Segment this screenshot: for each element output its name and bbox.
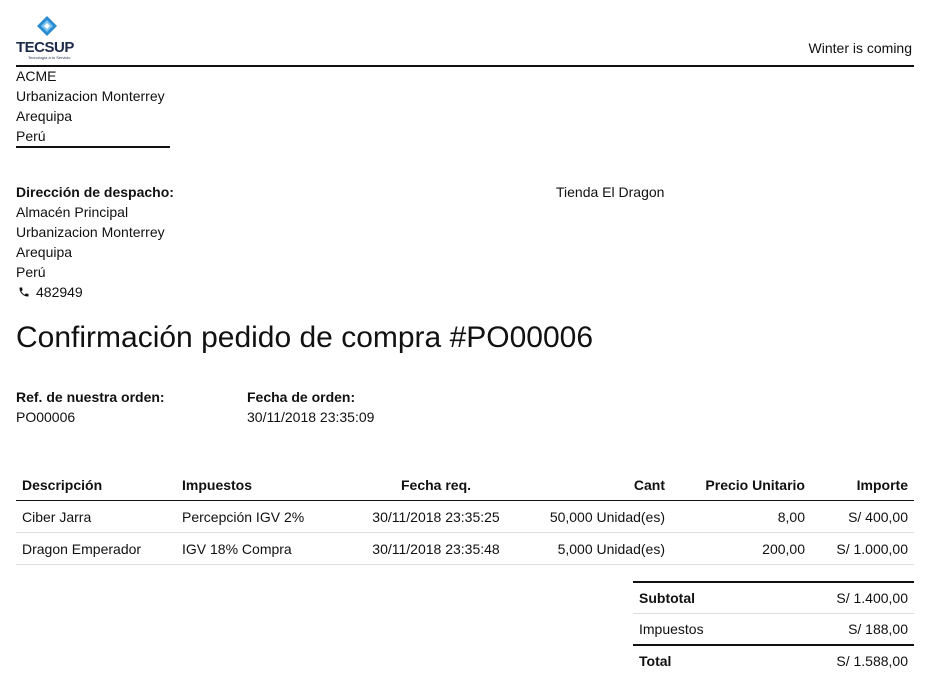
shipping-label: Dirección de despacho: bbox=[16, 184, 174, 200]
address-line: Perú bbox=[16, 128, 46, 144]
cell-unit-price: 8,00 bbox=[671, 500, 811, 533]
company-motto: Winter is coming bbox=[808, 40, 912, 56]
address-line: ACME bbox=[16, 68, 57, 84]
order-lines-table: Descripción Impuestos Fecha req. Cant Pr… bbox=[16, 469, 914, 565]
shipping-line: Almacén Principal bbox=[16, 204, 129, 220]
column-header: Descripción bbox=[16, 469, 176, 501]
order-date-label: Fecha de orden: bbox=[247, 389, 356, 405]
subtotal-row: Subtotal S/ 1.400,00 bbox=[633, 581, 914, 614]
subtotal-value: S/ 1.400,00 bbox=[767, 581, 914, 614]
column-header: Fecha req. bbox=[346, 469, 526, 501]
logo-tagline: Tecnología a tu Servicio bbox=[28, 55, 71, 60]
column-header: Precio Unitario bbox=[671, 469, 811, 501]
total-label: Total bbox=[633, 644, 768, 676]
total-value: S/ 1.588,00 bbox=[767, 644, 914, 676]
tecsup-logo-icon bbox=[37, 16, 57, 36]
table-row: Dragon Emperador IGV 18% Compra 30/11/20… bbox=[16, 532, 914, 565]
cell-quantity: 50,000 Unidad(es) bbox=[526, 500, 671, 533]
vendor-name: Tienda El Dragon bbox=[556, 184, 665, 200]
phone-icon bbox=[19, 287, 29, 297]
cell-description: Ciber Jarra bbox=[16, 500, 176, 533]
table-header-row: Descripción Impuestos Fecha req. Cant Pr… bbox=[16, 469, 914, 501]
address-divider bbox=[16, 146, 170, 148]
subtotal-label: Subtotal bbox=[633, 581, 768, 614]
phone-number: 482949 bbox=[36, 284, 83, 300]
order-reference-value: PO00006 bbox=[16, 409, 76, 425]
taxes-label: Impuestos bbox=[633, 613, 768, 645]
cell-date: 30/11/2018 23:35:48 bbox=[346, 532, 526, 565]
cell-taxes: IGV 18% Compra bbox=[176, 532, 346, 565]
cell-amount: S/ 400,00 bbox=[811, 500, 914, 533]
column-header: Impuestos bbox=[176, 469, 346, 501]
cell-date: 30/11/2018 23:35:25 bbox=[346, 500, 526, 533]
cell-taxes: Percepción IGV 2% bbox=[176, 500, 346, 533]
address-line: Arequipa bbox=[16, 108, 73, 124]
table-row: Ciber Jarra Percepción IGV 2% 30/11/2018… bbox=[16, 500, 914, 533]
address-line: Urbanizacion Monterrey bbox=[16, 88, 165, 104]
shipping-address: Dirección de despacho: Almacén Principal… bbox=[16, 182, 174, 302]
order-reference-label: Ref. de nuestra orden: bbox=[16, 389, 165, 405]
company-address: ACME Urbanizacion Monterrey Arequipa Per… bbox=[16, 66, 165, 146]
order-reference: Ref. de nuestra orden: PO00006 bbox=[16, 387, 165, 427]
shipping-line: Urbanizacion Monterrey bbox=[16, 224, 165, 240]
page-title: Confirmación pedido de compra #PO00006 bbox=[16, 321, 594, 354]
logo-brand: TECSUP bbox=[16, 39, 74, 56]
company-logo: TECSUP Tecnología a tu Servicio bbox=[16, 15, 82, 61]
cell-quantity: 5,000 Unidad(es) bbox=[526, 532, 671, 565]
taxes-row: Impuestos S/ 188,00 bbox=[633, 613, 914, 645]
column-header: Importe bbox=[811, 469, 914, 501]
shipping-line: Perú bbox=[16, 264, 46, 280]
column-header: Cant bbox=[526, 469, 671, 501]
taxes-value: S/ 188,00 bbox=[767, 613, 914, 645]
order-date-value: 30/11/2018 23:35:09 bbox=[247, 409, 375, 425]
order-date: Fecha de orden: 30/11/2018 23:35:09 bbox=[247, 387, 374, 427]
total-row: Total S/ 1.588,00 bbox=[633, 644, 914, 676]
shipping-phone: 482949 bbox=[16, 282, 174, 302]
cell-description: Dragon Emperador bbox=[16, 532, 176, 565]
shipping-line: Arequipa bbox=[16, 244, 73, 260]
totals-table: Subtotal S/ 1.400,00 Impuestos S/ 188,00… bbox=[633, 581, 914, 676]
cell-amount: S/ 1.000,00 bbox=[811, 532, 914, 565]
cell-unit-price: 200,00 bbox=[671, 532, 811, 565]
